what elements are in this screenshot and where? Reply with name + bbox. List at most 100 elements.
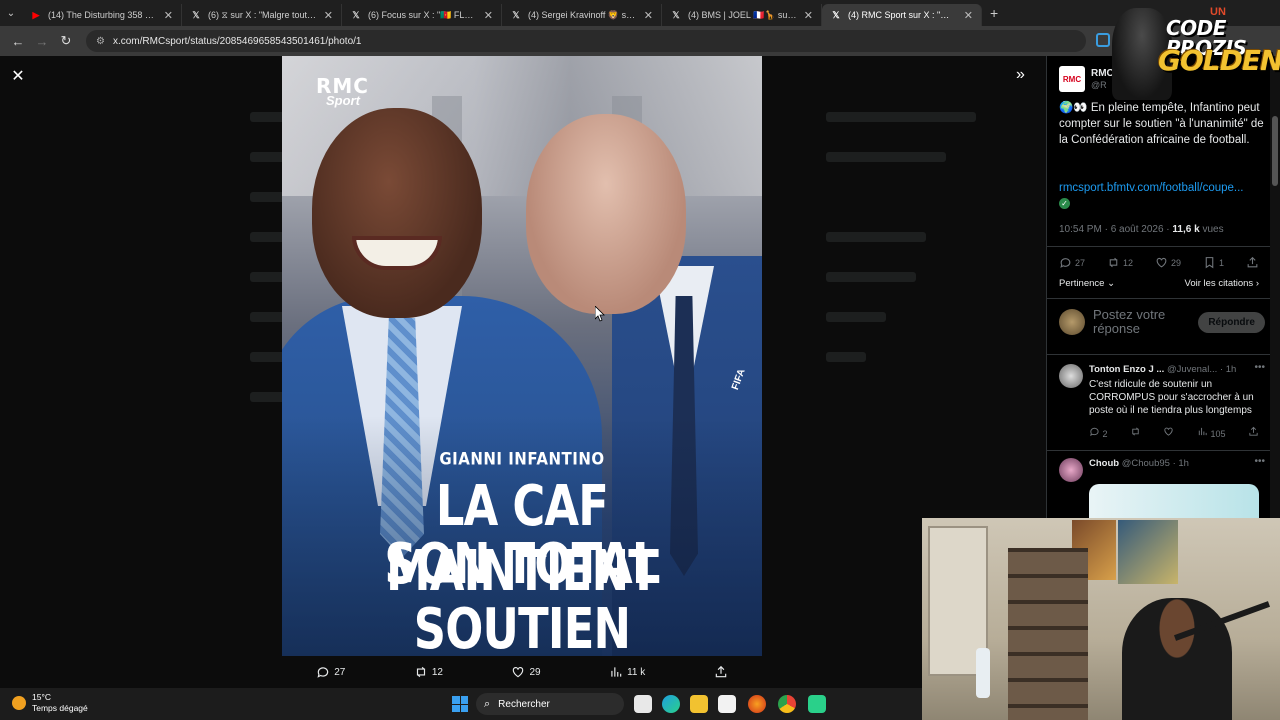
weather-widget[interactable]: 15°C Temps dégagé (12, 692, 88, 714)
share-icon (1249, 426, 1258, 436)
photo-name-caption: GIANNI INFANTINO (439, 448, 605, 470)
file-explorer-icon[interactable] (690, 695, 708, 713)
repost-button[interactable]: 12 (1107, 256, 1133, 269)
photo-viewer: ✕ » FIFA RMC Sport GIANNI INFANTINO LA C… (0, 56, 1046, 688)
tweet-photo[interactable]: FIFA RMC Sport GIANNI INFANTINO LA CAF M… (282, 56, 762, 656)
bookmark-button[interactable]: 1 (1203, 256, 1224, 269)
avatar[interactable] (1059, 458, 1083, 482)
share-button[interactable] (1248, 426, 1259, 439)
share-button[interactable] (1246, 256, 1259, 269)
address-bar: ← → ↻ ⚙ x.com/RMCsport/status/2085469658… (0, 26, 1280, 56)
browser-tab-active[interactable]: 𝕏 (4) RMC Sport sur X : "🌍 👀 En ✕ (822, 4, 982, 26)
url-text: x.com/RMCsport/status/208546965854350146… (112, 35, 362, 47)
x-icon: 𝕏 (192, 9, 200, 20)
chevron-right-icon: › (1255, 278, 1259, 289)
task-view-icon[interactable] (634, 695, 652, 713)
new-tab-icon[interactable]: + (990, 5, 998, 21)
avatar[interactable] (1059, 364, 1083, 388)
heart-icon (513, 667, 524, 678)
avatar[interactable]: RMC (1059, 66, 1085, 92)
chevron-down-icon: ⌄ (1107, 278, 1116, 289)
tweet-author[interactable]: RMC RMC @R (1059, 66, 1114, 92)
bar-chart-icon (1198, 427, 1207, 436)
back-icon[interactable]: ← (6, 29, 30, 53)
repost-button[interactable]: 12 (414, 665, 443, 679)
check-icon: ✓ (1059, 198, 1070, 209)
tab-search-chevron-icon[interactable]: ⌄ (0, 0, 22, 26)
bookshelf (1008, 548, 1088, 720)
sun-icon (12, 696, 26, 710)
chrome-icon[interactable] (778, 695, 796, 713)
url-field[interactable]: ⚙ x.com/RMCsport/status/2085469658543501… (86, 30, 1086, 52)
share-icon (715, 665, 726, 678)
edge-icon[interactable] (662, 695, 680, 713)
more-options-icon[interactable]: ••• (1254, 456, 1265, 467)
reply-item[interactable]: Tonton Enzo J ... @Juvenal... · 1h ••• C… (1059, 362, 1265, 444)
close-tab-icon[interactable]: ✕ (484, 9, 493, 22)
tweet-timestamp[interactable]: 10:54 PM · 6 août 2026 · (1059, 224, 1172, 235)
views-button[interactable]: 105 (1197, 426, 1225, 439)
like-button[interactable] (1163, 426, 1174, 439)
reply-author-handle: @Juvenal... (1166, 364, 1218, 375)
like-button[interactable]: 29 (1155, 256, 1181, 269)
photo-action-bar: 27 12 29 11 k (282, 660, 762, 684)
x-icon: 𝕏 (352, 9, 360, 20)
webcam-feed (922, 518, 1280, 720)
close-tab-icon[interactable]: ✕ (324, 9, 333, 22)
avatar (1059, 309, 1085, 335)
rmc-sport-logo: RMC Sport (316, 74, 369, 108)
views-button[interactable]: 11 k (609, 665, 645, 679)
share-button[interactable] (714, 665, 728, 679)
expand-panel-icon[interactable]: » (1016, 66, 1025, 84)
more-options-icon[interactable]: ••• (1254, 362, 1265, 373)
reload-icon[interactable]: ↻ (54, 29, 78, 53)
browser-tab[interactable]: 𝕏 (4) Sergei Kravinoff 🦁 sur X : " ✕ (502, 4, 662, 26)
reply-button[interactable]: 27 (1059, 256, 1085, 269)
close-viewer-icon[interactable]: ✕ (8, 66, 28, 86)
tweet-meta: 10:54 PM · 6 août 2026 · 11,6 k vues (1059, 224, 1224, 235)
taskbar-search[interactable]: ⌕ Rechercher (476, 693, 624, 715)
heart-icon (1156, 257, 1167, 268)
close-tab-icon[interactable]: ✕ (644, 9, 653, 22)
reply-button[interactable]: 27 (316, 665, 345, 679)
browser-tab[interactable]: 𝕏 (6) ⧖ sur X : "Malgre toutes les ✕ (182, 4, 342, 26)
sort-dropdown[interactable]: Pertinence ⌄ (1059, 278, 1115, 289)
tab-title: (4) RMC Sport sur X : "🌍 👀 En (848, 9, 958, 20)
reply-author-name[interactable]: Tonton Enzo J ... (1089, 364, 1164, 375)
mouse-cursor-icon (595, 306, 605, 322)
weather-status: Temps dégagé (32, 703, 88, 713)
reply-composer: Postez votre réponse Répondre (1059, 308, 1265, 336)
reply-icon (317, 667, 329, 678)
share-icon (1247, 256, 1258, 268)
windows-start-icon[interactable] (452, 696, 468, 712)
x-icon: 𝕏 (512, 9, 520, 20)
repost-icon (1132, 427, 1139, 436)
bookmark-icon (1205, 257, 1214, 269)
browser-tab[interactable]: 𝕏 (6) Focus sur X : "🇨🇲 FLASH ✕ (342, 4, 502, 26)
close-tab-icon[interactable]: ✕ (804, 9, 813, 22)
reply-submit-button[interactable]: Répondre (1198, 311, 1265, 333)
streamer (1122, 598, 1232, 720)
x-icon: 𝕏 (832, 9, 840, 20)
heart-icon (1164, 427, 1174, 436)
temperature: 15°C (32, 692, 51, 702)
tab-title: (4) Sergei Kravinoff 🦁 sur X : " (528, 9, 638, 20)
browser-tab[interactable]: 𝕏 (4) BMS | JOEL 🇫🇷🦒 sur X : "m ✕ (662, 4, 822, 26)
repost-button[interactable] (1130, 426, 1141, 439)
forward-icon[interactable]: → (30, 29, 54, 53)
browser-tab[interactable]: ▶ (14) The Disturbing 358 Days D ✕ (22, 4, 182, 26)
site-info-icon[interactable]: ⚙ (96, 36, 105, 47)
view-quotes-link[interactable]: Voir les citations › (1185, 278, 1259, 289)
tweet-link[interactable]: rmcsport.bfmtv.com/football/coupe... (1059, 182, 1265, 194)
app-icon[interactable] (808, 695, 826, 713)
firefox-icon[interactable] (748, 695, 766, 713)
like-button[interactable]: 29 (511, 665, 541, 679)
youtube-icon: ▶ (32, 9, 40, 20)
reply-input[interactable]: Postez votre réponse (1093, 308, 1183, 336)
close-tab-icon[interactable]: ✕ (164, 9, 173, 22)
store-icon[interactable] (718, 695, 736, 713)
close-tab-icon[interactable]: ✕ (964, 9, 973, 22)
reply-button[interactable]: 2 (1089, 426, 1108, 439)
reply-author-name[interactable]: Choub (1089, 458, 1119, 469)
reply-text: C'est ridicule de soutenir un CORROMPUS … (1089, 379, 1254, 416)
